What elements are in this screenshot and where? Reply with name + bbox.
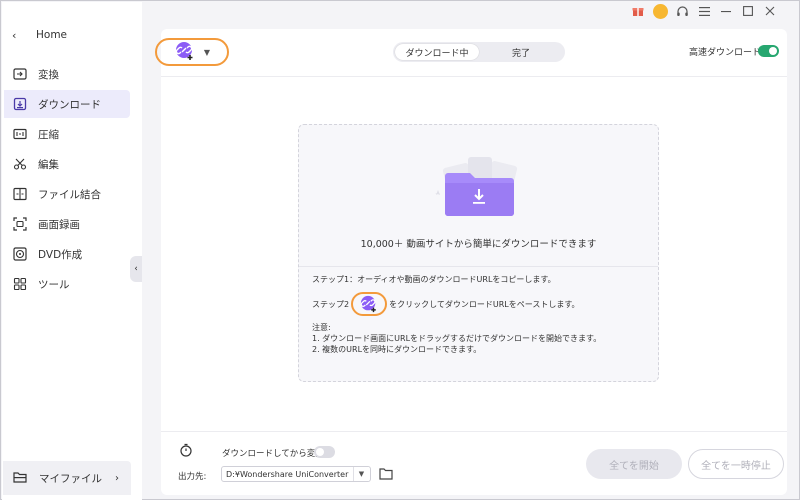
link-add-icon xyxy=(174,41,196,64)
timer-icon[interactable] xyxy=(179,443,193,457)
compress-icon xyxy=(12,126,28,142)
note-item: 2. 複数のURLを同時にダウンロードできます。 xyxy=(312,345,482,354)
step2-prefix: ステップ2 xyxy=(312,299,350,309)
dropzone-headline: 10,000＋ 動画サイトから簡単にダウンロードできます xyxy=(360,239,597,250)
sidebar-collapse-toggle[interactable]: ‹ xyxy=(130,256,142,282)
sidebar-item-label: 変換 xyxy=(38,68,59,81)
app-window: ‹ Home 変換 ダウンロード 圧縮 編集 ファイル結合 画面録画 DVD作成… xyxy=(0,0,800,500)
download-panel: ▼ ダウンロード中 完了 高速ダウンロード 10,000＋ 動画サイトから簡単に… xyxy=(155,29,787,495)
high-speed-download-label: 高速ダウンロード xyxy=(689,48,762,58)
url-drop-zone[interactable]: 10,000＋ 動画サイトから簡単にダウンロードできます ステップ1：オーディオ… xyxy=(298,124,659,382)
pause-all-button[interactable]: 全てを一時停止 xyxy=(688,449,784,479)
step1-text: ステップ1：オーディオや動画のダウンロードURLをコピーします。 xyxy=(312,275,556,284)
chevron-right-icon: › xyxy=(115,472,119,484)
sidebar-item-merge[interactable]: ファイル結合 xyxy=(4,180,130,208)
high-speed-download-toggle[interactable] xyxy=(758,45,779,57)
maximize-icon[interactable] xyxy=(737,3,759,19)
sidebar-item-screen-record[interactable]: 画面録画 xyxy=(4,210,130,238)
folder-icon xyxy=(13,471,27,486)
sidebar-item-label: ツール xyxy=(38,278,70,291)
chevron-left-icon: ‹ xyxy=(134,264,138,274)
tab-downloading[interactable]: ダウンロード中 xyxy=(395,44,479,60)
sidebar-item-edit[interactable]: 編集 xyxy=(4,150,130,178)
note-item: 1. ダウンロード画面にURLをドラッグするだけでダウンロードを開始できます。 xyxy=(312,334,602,343)
convert-after-download-toggle[interactable] xyxy=(314,446,335,458)
sidebar-item-label: 画面録画 xyxy=(38,218,80,231)
open-folder-icon[interactable] xyxy=(379,467,393,480)
avatar[interactable] xyxy=(649,3,671,19)
link-add-icon xyxy=(360,295,376,313)
tools-icon xyxy=(12,276,28,292)
start-all-button[interactable]: 全てを開始 xyxy=(586,449,682,479)
footer-divider xyxy=(161,431,787,432)
sidebar-item-dvd[interactable]: DVD作成 xyxy=(4,240,130,268)
dvd-icon xyxy=(12,246,28,262)
sidebar-item-tools[interactable]: ツール xyxy=(4,270,130,298)
folder-download-icon xyxy=(435,157,518,216)
screen-record-icon xyxy=(12,216,28,232)
my-files-button[interactable]: マイファイル › xyxy=(3,461,131,495)
sidebar-item-convert[interactable]: 変換 xyxy=(4,60,130,88)
sidebar-item-label: 編集 xyxy=(38,158,59,171)
home-link[interactable]: ‹ Home xyxy=(12,26,67,44)
chevron-down-icon[interactable]: ▼ xyxy=(353,467,369,481)
sidebar-item-label: ファイル結合 xyxy=(38,188,101,201)
sidebar-item-label: 圧縮 xyxy=(38,128,59,141)
step2-row: ステップ2 をクリックしてダウンロードURLをペーストします。 xyxy=(312,292,580,316)
headset-icon[interactable] xyxy=(671,3,693,19)
my-files-label: マイファイル xyxy=(39,472,102,485)
notes-title: 注意: xyxy=(312,323,331,332)
chevron-down-icon[interactable]: ▼ xyxy=(204,48,210,57)
toolbar: ▼ ダウンロード中 完了 高速ダウンロード xyxy=(155,29,787,77)
download-icon xyxy=(12,96,28,112)
menu-icon[interactable] xyxy=(693,3,715,19)
close-icon[interactable] xyxy=(759,3,781,19)
merge-icon xyxy=(12,186,28,202)
edit-scissors-icon xyxy=(12,156,28,172)
sidebar-item-compress[interactable]: 圧縮 xyxy=(4,120,130,148)
add-url-button[interactable]: ▼ xyxy=(155,38,229,66)
step2-suffix: をクリックしてダウンロードURLをペーストします。 xyxy=(389,299,580,309)
convert-icon xyxy=(12,66,28,82)
chevron-left-icon: ‹ xyxy=(12,28,17,42)
add-url-inline-button[interactable] xyxy=(351,292,388,316)
convert-after-download-label: ダウンロードしてから変換 xyxy=(222,449,324,459)
gift-icon[interactable] xyxy=(627,3,649,19)
output-label: 出力先: xyxy=(178,472,207,482)
output-path-select[interactable]: D:¥Wondershare UniConverter xyxy=(221,466,371,482)
sidebar-item-label: ダウンロード xyxy=(38,98,101,111)
minimize-icon[interactable] xyxy=(715,3,737,19)
sidebar: ‹ Home 変換 ダウンロード 圧縮 編集 ファイル結合 画面録画 DVD作成… xyxy=(2,2,142,500)
sidebar-item-label: DVD作成 xyxy=(38,248,83,261)
titlebar-controls xyxy=(627,3,781,19)
tab-completed[interactable]: 完了 xyxy=(479,44,563,60)
home-label: Home xyxy=(36,29,68,41)
download-status-tabs: ダウンロード中 完了 xyxy=(393,42,565,62)
divider xyxy=(299,266,658,267)
sidebar-item-download[interactable]: ダウンロード xyxy=(4,90,130,118)
notes: 注意: 1. ダウンロード画面にURLをドラッグするだけでダウンロードを開始でき… xyxy=(312,322,601,355)
